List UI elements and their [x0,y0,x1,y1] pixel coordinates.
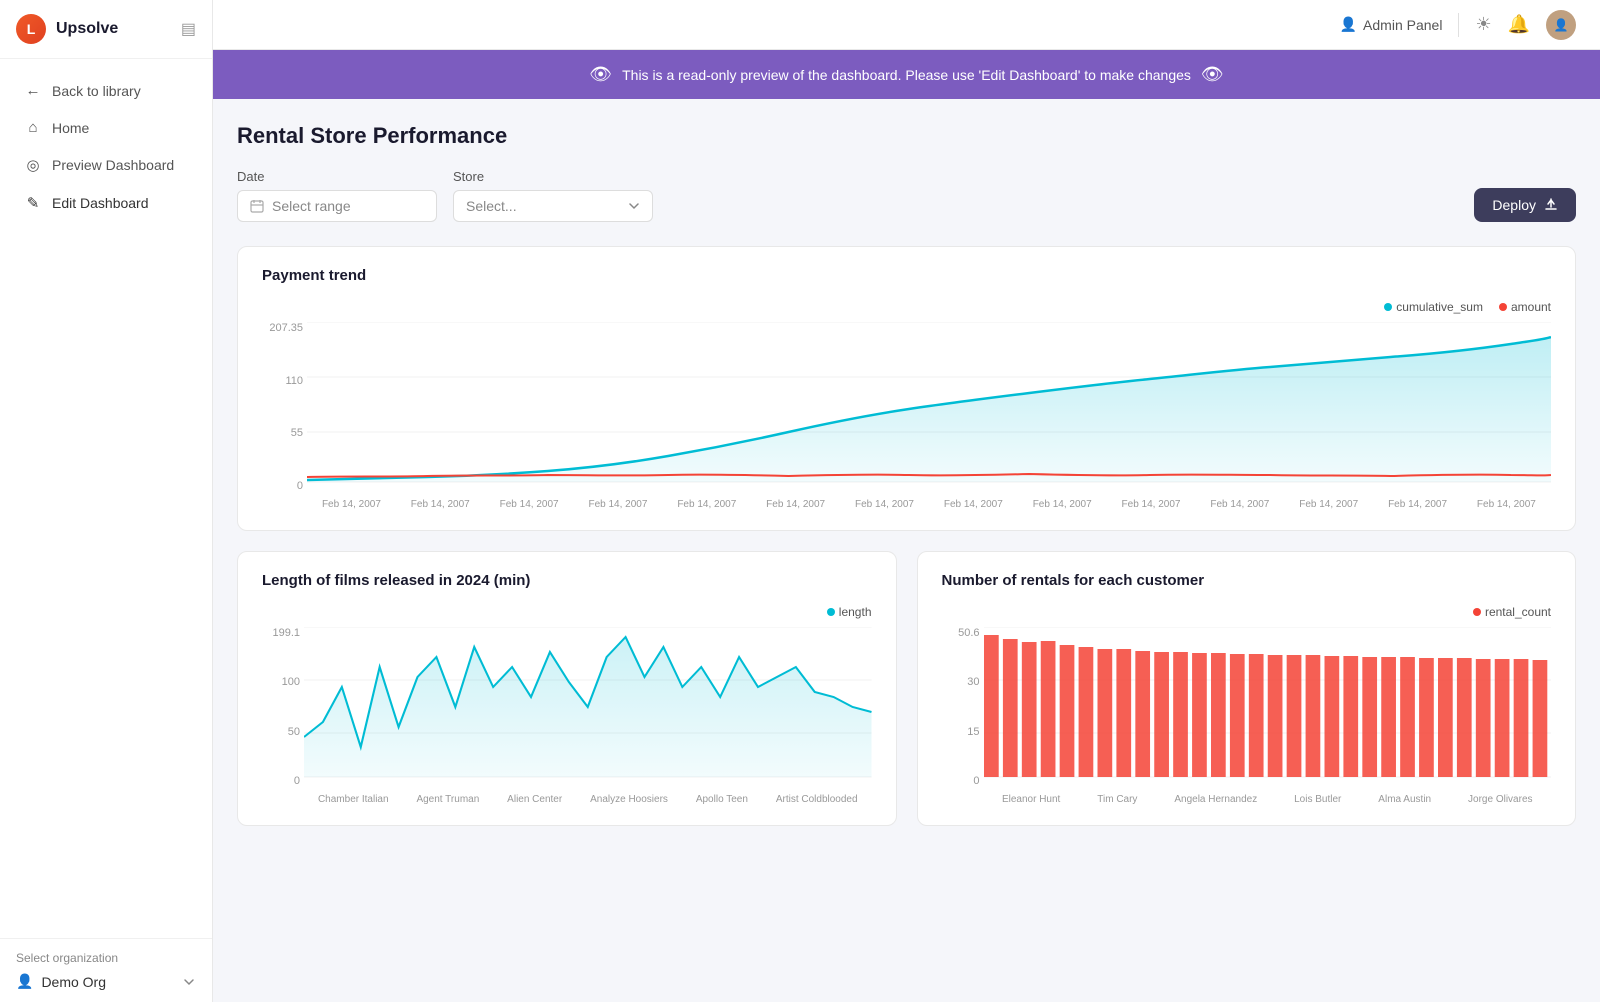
sidebar-nav: ← Back to library ⌂ Home ◎ Preview Dashb… [0,59,212,938]
rental-label: rental_count [1485,605,1551,619]
readonly-banner: 👁 This is a read-only preview of the das… [213,50,1600,99]
film-y-axis: 199.1 100 50 0 [262,627,304,787]
rental-count-title: Number of rentals for each customer [942,572,1552,589]
back-icon: ← [24,82,42,99]
cumulative-label: cumulative_sum [1396,300,1483,314]
rental-count-legend: rental_count [942,605,1552,619]
edit-icon: ✎ [24,194,42,212]
bell-icon[interactable]: 🔔 [1508,14,1530,35]
bottom-charts-row: Length of films released in 2024 (min) l… [237,551,1576,846]
banner-message: This is a read-only preview of the dashb… [622,67,1191,83]
payment-x-axis: Feb 14, 2007 Feb 14, 2007 Feb 14, 2007 F… [307,499,1551,510]
sidebar-item-label: Home [52,120,89,136]
header-actions: 👤 Admin Panel ☀ 🔔 👤 [1340,10,1576,40]
legend-length: length [827,605,872,619]
film-length-card: Length of films released in 2024 (min) l… [237,551,897,826]
home-icon: ⌂ [24,119,42,136]
date-filter-label: Date [237,169,437,184]
rental-chart-area: 50.6 30 15 0 [942,627,1552,805]
film-length-svg [304,627,872,787]
brand-name: Upsolve [56,20,118,38]
store-select[interactable]: Select... [453,190,653,222]
org-selector[interactable]: 👤 Demo Org [16,973,196,990]
rental-x-axis: Eleanor Hunt Tim Cary Angela Hernandez L… [984,794,1552,805]
amount-label: amount [1511,300,1551,314]
admin-label: Admin Panel [1363,17,1442,33]
legend-cumulative: cumulative_sum [1384,300,1483,314]
logo-icon: L [16,14,46,44]
rental-count-card: Number of rentals for each customer rent… [917,551,1577,826]
sidebar-item-preview-dashboard[interactable]: ◎ Preview Dashboard [8,147,204,183]
rental-y-axis: 50.6 30 15 0 [942,627,984,787]
deploy-label: Deploy [1492,197,1536,213]
sidebar-logo-area: L Upsolve ▤ [0,0,212,59]
sidebar-toggle-button[interactable]: ▤ [181,19,196,39]
cumulative-dot [1384,303,1392,311]
org-icon: 👤 [16,973,33,990]
film-length-title: Length of films released in 2024 (min) [262,572,872,589]
content-area: Rental Store Performance Date Select ran… [213,99,1600,1002]
y-label-mid1: 110 [262,375,303,387]
film-length-legend: length [262,605,872,619]
amount-dot [1499,303,1507,311]
preview-icon: ◎ [24,156,42,174]
store-filter-group: Store Select... [453,169,653,222]
chevron-down-icon [628,200,640,212]
filters-row: Date Select range Store Select... Deploy [237,169,1576,222]
top-header: 👤 Admin Panel ☀ 🔔 👤 [213,0,1600,50]
film-x-axis: Chamber Italian Agent Truman Alien Cente… [304,794,872,805]
sidebar-footer: Select organization 👤 Demo Org [0,938,212,1002]
payment-chart-area: 207.35 110 55 0 [262,322,1551,510]
avatar-image: 👤 [1554,18,1569,32]
payment-trend-title: Payment trend [262,267,1551,284]
film-svg-container: Chamber Italian Agent Truman Alien Cente… [304,627,872,805]
eye-icon-left: 👁 [589,64,612,85]
rental-svg-container: Eleanor Hunt Tim Cary Angela Hernandez L… [984,627,1552,805]
deploy-button[interactable]: Deploy [1474,188,1576,222]
avatar[interactable]: 👤 [1546,10,1576,40]
sidebar-item-label: Edit Dashboard [52,195,149,211]
length-dot [827,608,835,616]
date-placeholder: Select range [272,198,351,214]
film-chart-area: 199.1 100 50 0 [262,627,872,805]
sidebar-item-back-to-library[interactable]: ← Back to library [8,73,204,108]
admin-panel-link[interactable]: 👤 Admin Panel [1340,16,1443,33]
chevron-down-icon [182,975,196,989]
sun-icon[interactable]: ☀ [1475,14,1491,35]
store-placeholder: Select... [466,198,517,214]
rental-dot [1473,608,1481,616]
y-label-top: 207.35 [262,322,303,334]
sidebar-item-edit-dashboard[interactable]: ✎ Edit Dashboard [8,185,204,221]
store-filter-label: Store [453,169,653,184]
rental-count-svg [984,627,1552,787]
payment-trend-legend: cumulative_sum amount [262,300,1551,314]
admin-icon: 👤 [1340,16,1357,33]
main-area: 👤 Admin Panel ☀ 🔔 👤 👁 This is a read-onl… [213,0,1600,1002]
date-filter-group: Date Select range [237,169,437,222]
calendar-icon [250,199,264,213]
y-label-bottom: 0 [262,480,303,492]
sidebar-item-home[interactable]: ⌂ Home [8,110,204,145]
length-label: length [839,605,872,619]
header-divider [1458,13,1459,37]
sidebar-item-label: Back to library [52,83,141,99]
deploy-icon [1544,198,1558,212]
payment-svg-container: Feb 14, 2007 Feb 14, 2007 Feb 14, 2007 F… [307,322,1551,510]
y-label-mid2: 55 [262,427,303,439]
eye-icon-right: 👁 [1201,64,1224,85]
payment-trend-svg [307,322,1551,492]
date-range-input[interactable]: Select range [237,190,437,222]
org-name: Demo Org [41,974,106,990]
payment-trend-card: Payment trend cumulative_sum amount 207.… [237,246,1576,531]
org-select-label: Select organization [16,951,196,965]
legend-amount: amount [1499,300,1551,314]
sidebar-item-label: Preview Dashboard [52,157,174,173]
legend-rental: rental_count [1473,605,1551,619]
page-title: Rental Store Performance [237,123,1576,149]
sidebar: L Upsolve ▤ ← Back to library ⌂ Home ◎ P… [0,0,213,1002]
payment-y-axis: 207.35 110 55 0 [262,322,307,492]
